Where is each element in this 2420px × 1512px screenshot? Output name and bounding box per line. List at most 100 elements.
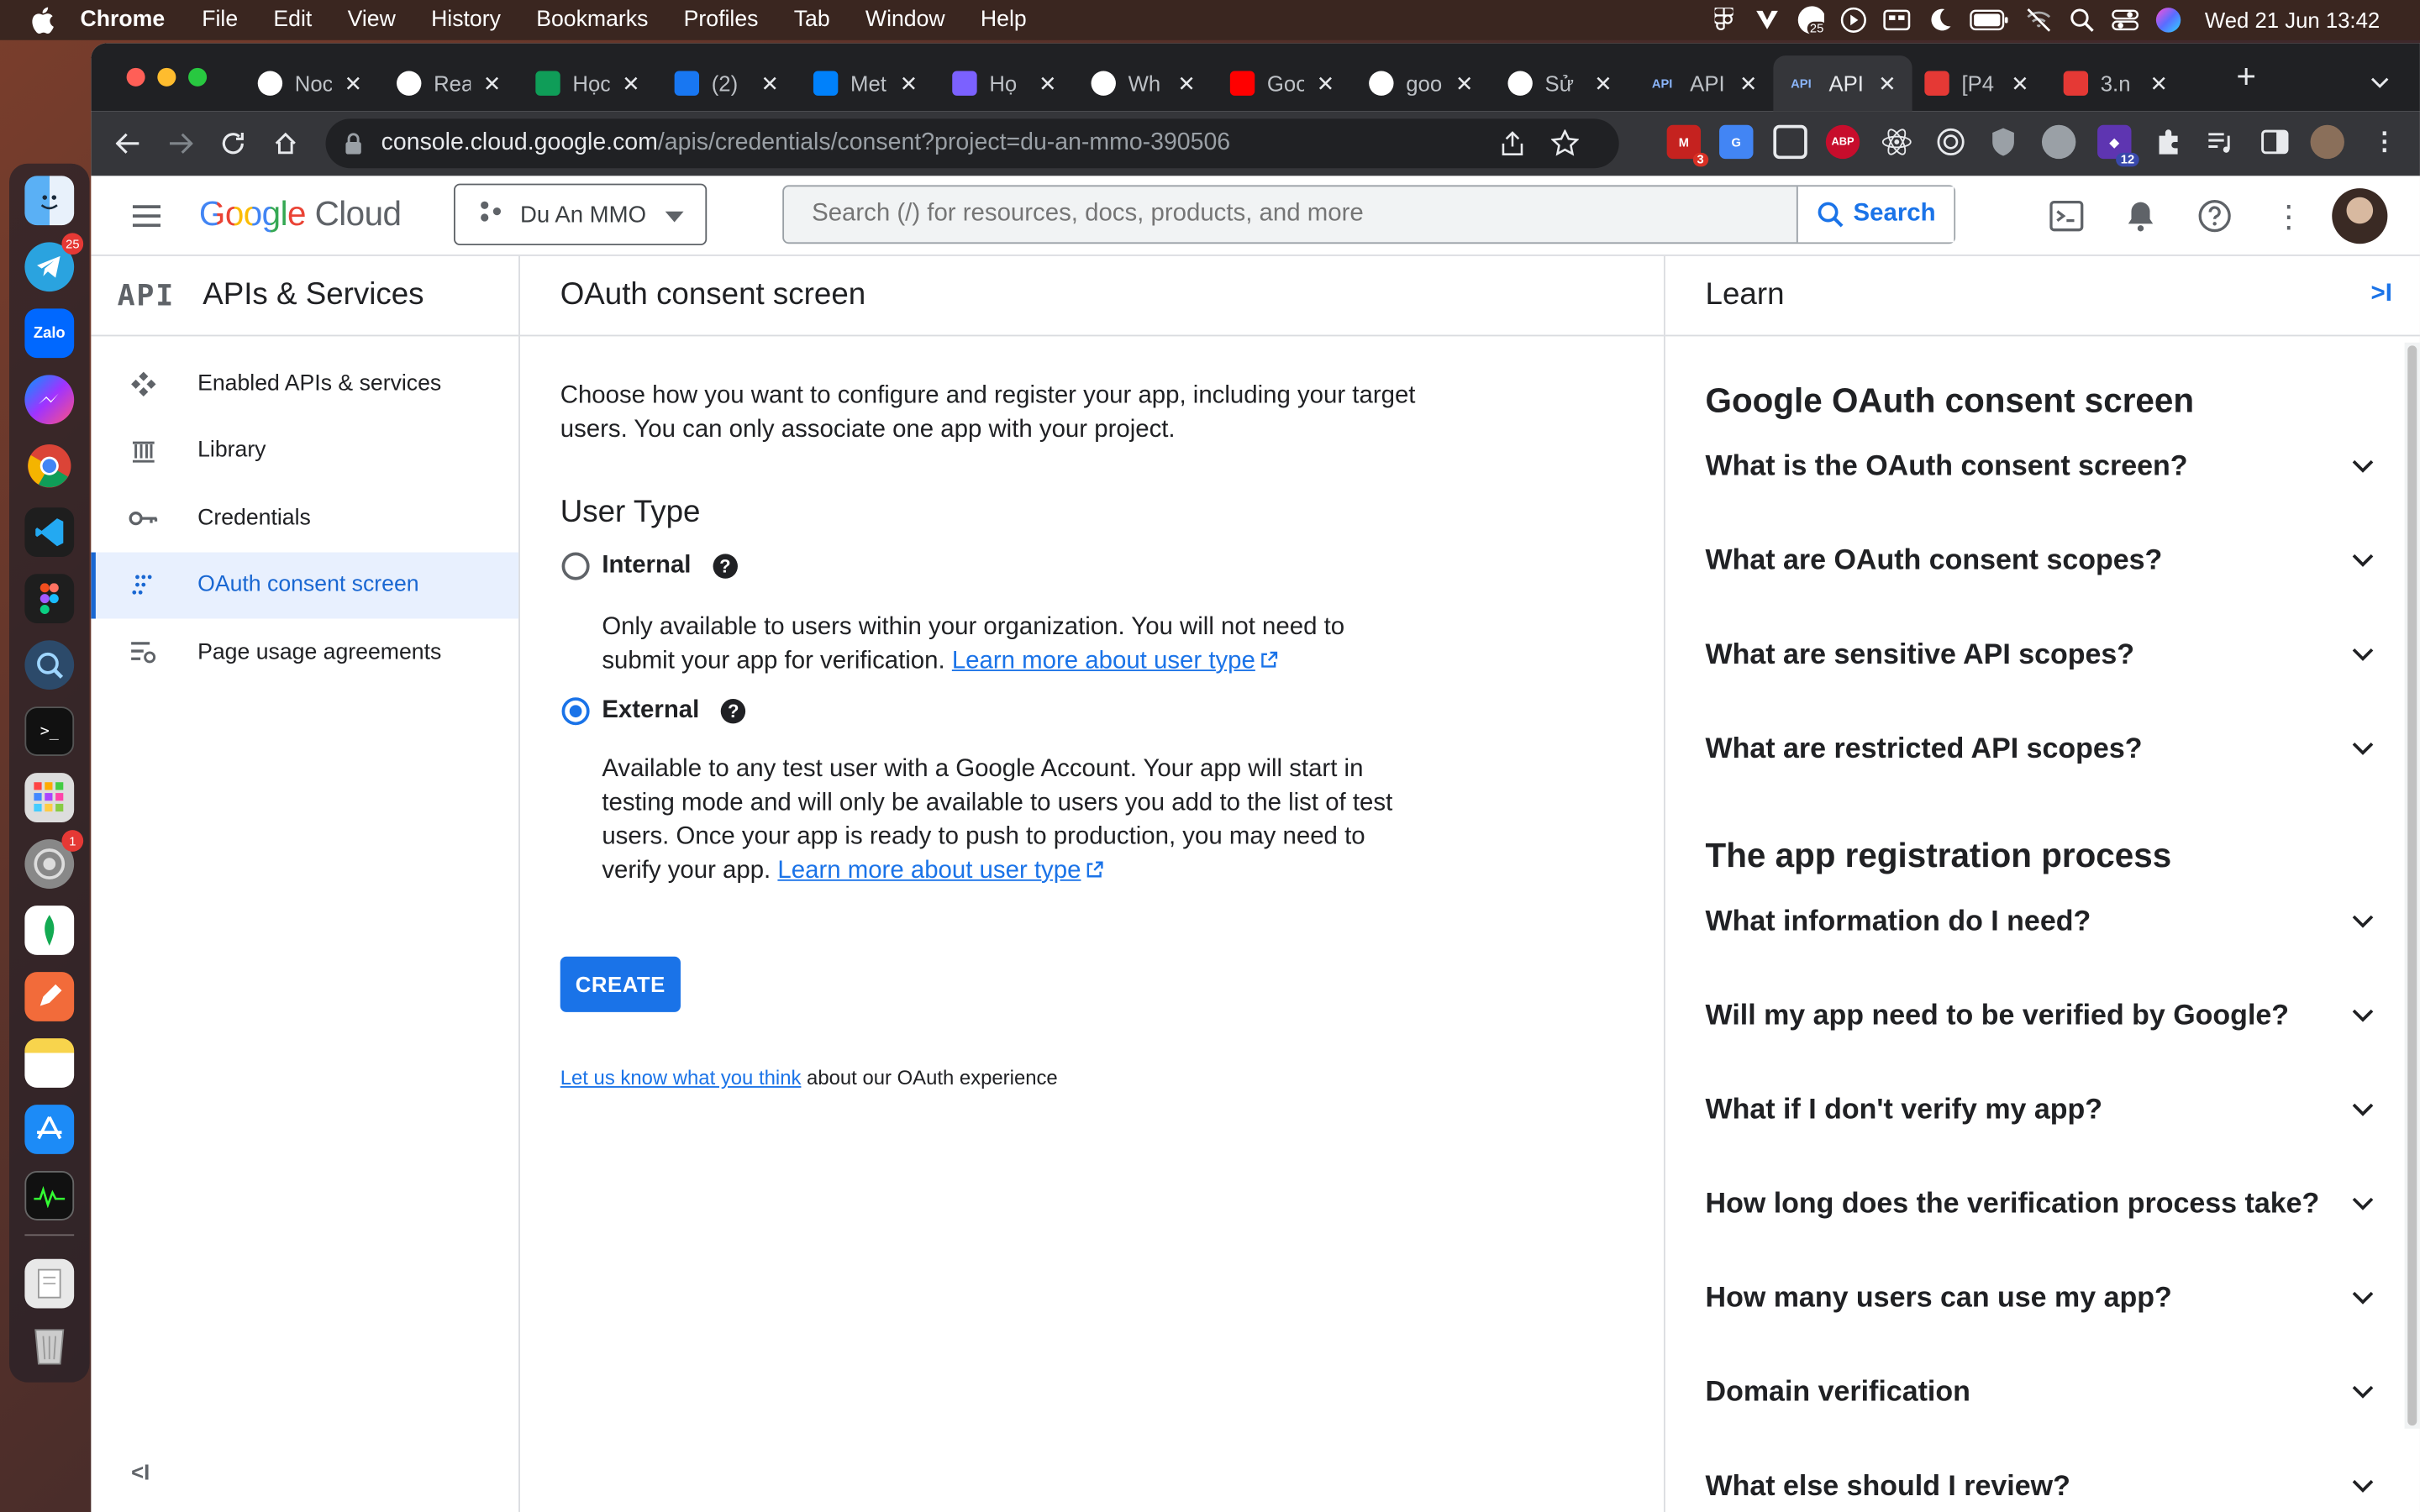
system-settings-icon[interactable]: 1 bbox=[24, 830, 84, 889]
hamburger-menu-icon[interactable] bbox=[128, 197, 165, 234]
lock-icon[interactable] bbox=[345, 133, 363, 155]
learn-question[interactable]: What are OAuth consent scopes? bbox=[1665, 543, 2420, 638]
menu-window[interactable]: Window bbox=[865, 8, 945, 32]
close-tab-icon[interactable]: ✕ bbox=[1177, 71, 1196, 97]
close-tab-icon[interactable]: ✕ bbox=[1039, 71, 1057, 97]
chevron-down-icon[interactable] bbox=[2352, 911, 2374, 932]
feedback-link[interactable]: Let us know what you think bbox=[560, 1066, 802, 1089]
reload-icon[interactable] bbox=[218, 128, 249, 159]
menu-file[interactable]: File bbox=[202, 8, 238, 32]
console-search-input[interactable] bbox=[784, 186, 1797, 243]
app-store-icon[interactable] bbox=[24, 1105, 75, 1154]
learn-question[interactable]: How long does the verification process t… bbox=[1665, 1186, 2420, 1280]
collapse-sidebar-icon[interactable]: <I bbox=[131, 1460, 150, 1484]
learn-question[interactable]: Will my app need to be verified by Googl… bbox=[1665, 998, 2420, 1092]
siri-icon[interactable] bbox=[2154, 6, 2181, 34]
browser-tab[interactable]: Họ ✕ bbox=[940, 55, 1079, 111]
zalo-icon[interactable]: Zalo bbox=[24, 308, 75, 359]
proxyman-icon[interactable] bbox=[24, 640, 75, 690]
chevron-down-icon[interactable] bbox=[2352, 738, 2374, 759]
close-tab-icon[interactable]: ✕ bbox=[483, 71, 502, 97]
close-tab-icon[interactable]: ✕ bbox=[345, 71, 363, 97]
notifications-bell-icon[interactable] bbox=[2122, 197, 2159, 234]
menu-app-name[interactable]: Chrome bbox=[81, 8, 166, 32]
close-tab-icon[interactable]: ✕ bbox=[900, 71, 918, 97]
chevron-down-icon[interactable] bbox=[2352, 549, 2374, 571]
search-icon[interactable] bbox=[2067, 6, 2095, 34]
pencil-app-icon[interactable] bbox=[24, 972, 75, 1021]
moon-extension-icon[interactable] bbox=[2041, 124, 2076, 160]
chevron-down-icon[interactable] bbox=[2352, 1193, 2374, 1215]
launchpad-icon[interactable] bbox=[24, 773, 75, 822]
learn-question[interactable]: What else should I review? bbox=[1665, 1469, 2420, 1512]
browser-tab[interactable]: Noc ✕ bbox=[245, 55, 384, 111]
browser-tab[interactable]: Học ✕ bbox=[523, 55, 662, 111]
gmail-extension-icon[interactable]: M3 bbox=[1666, 124, 1709, 167]
menu-profiles[interactable]: Profiles bbox=[684, 8, 759, 32]
browser-tab[interactable]: Met ✕ bbox=[801, 55, 939, 111]
browser-tab[interactable]: API API ✕ bbox=[1773, 55, 1912, 112]
qr-extension-icon[interactable] bbox=[1773, 124, 1807, 160]
share-icon[interactable] bbox=[1502, 131, 1523, 164]
back-icon[interactable] bbox=[113, 128, 144, 159]
control-center-icon[interactable] bbox=[2111, 6, 2139, 34]
react-devtools-icon[interactable] bbox=[1880, 125, 1913, 159]
close-tab-icon[interactable]: ✕ bbox=[1317, 71, 1335, 97]
help-icon[interactable] bbox=[2196, 197, 2233, 234]
scrollbar-thumb[interactable] bbox=[2407, 345, 2417, 1426]
minimize-window-button[interactable] bbox=[157, 67, 176, 87]
menu-edit[interactable]: Edit bbox=[273, 8, 312, 32]
chevron-down-icon[interactable] bbox=[2352, 1099, 2374, 1121]
menu-history[interactable]: History bbox=[431, 8, 501, 32]
sidebar-item-enabled-apis[interactable]: Enabled APIs & services bbox=[91, 350, 518, 417]
documents-folder-icon[interactable] bbox=[24, 1258, 75, 1309]
learn-question[interactable]: What is the OAuth consent screen? bbox=[1665, 449, 2420, 543]
tab-search-chevron-icon[interactable] bbox=[2370, 70, 2389, 97]
external-option[interactable]: External ? bbox=[560, 697, 1623, 726]
media-controls-icon[interactable] bbox=[2204, 125, 2238, 159]
url-text[interactable]: console.cloud.google.com/apis/credential… bbox=[381, 129, 1231, 157]
terminal-icon[interactable]: >_ bbox=[24, 706, 75, 756]
moon-icon[interactable] bbox=[1925, 6, 1953, 34]
close-tab-icon[interactable]: ✕ bbox=[2150, 71, 2169, 97]
chevron-down-icon[interactable] bbox=[2352, 1005, 2374, 1026]
close-window-button[interactable] bbox=[126, 67, 145, 87]
browser-tab[interactable]: Wh ✕ bbox=[1079, 55, 1218, 111]
chevron-down-icon[interactable] bbox=[2352, 455, 2374, 477]
menu-bookmarks[interactable]: Bookmarks bbox=[536, 8, 648, 32]
play-icon[interactable] bbox=[1839, 6, 1867, 34]
cloud-shell-icon[interactable] bbox=[2048, 197, 2085, 234]
menu-help[interactable]: Help bbox=[981, 8, 1027, 32]
trash-icon[interactable] bbox=[24, 1320, 74, 1370]
figma-icon[interactable] bbox=[1709, 6, 1737, 34]
close-tab-icon[interactable]: ✕ bbox=[1455, 71, 1474, 97]
chevron-down-icon[interactable] bbox=[2352, 1475, 2374, 1497]
v-icon[interactable] bbox=[1753, 6, 1781, 34]
browser-tab[interactable]: API API ✕ bbox=[1634, 55, 1773, 111]
notes-icon[interactable] bbox=[24, 1038, 75, 1088]
sidebar-item-page-usage[interactable]: Page usage agreements bbox=[91, 619, 518, 686]
browser-tab[interactable]: (2) ✕ bbox=[662, 55, 801, 111]
close-tab-icon[interactable]: ✕ bbox=[760, 71, 779, 97]
new-tab-icon[interactable]: + bbox=[2236, 60, 2256, 93]
telegram-icon[interactable]: 25 bbox=[24, 233, 84, 292]
external-help-icon[interactable]: ? bbox=[720, 699, 746, 724]
create-button[interactable]: CREATE bbox=[560, 956, 681, 1012]
browser-tab[interactable]: [P4 ✕ bbox=[1912, 55, 2051, 111]
target-extension-icon[interactable] bbox=[1933, 125, 1967, 159]
mongodb-icon[interactable] bbox=[24, 906, 75, 955]
extensions-puzzle-icon[interactable] bbox=[2151, 125, 2185, 159]
project-picker[interactable]: Du An MMO bbox=[453, 183, 708, 246]
maximize-window-button[interactable] bbox=[188, 67, 208, 87]
learn-question[interactable]: What if I don't verify my app? bbox=[1665, 1092, 2420, 1186]
purple-extension-icon[interactable]: ◆ 12 bbox=[2097, 124, 2139, 167]
account-avatar[interactable] bbox=[2332, 188, 2388, 244]
learn-question[interactable]: How many users can use my app? bbox=[1665, 1280, 2420, 1374]
internal-learn-more-link[interactable]: Learn more about user type bbox=[952, 648, 1279, 675]
wifi-off-icon[interactable] bbox=[2024, 6, 2052, 34]
close-tab-icon[interactable]: ✕ bbox=[1878, 71, 1897, 97]
internal-radio[interactable] bbox=[561, 552, 590, 580]
internal-option[interactable]: Internal ? bbox=[560, 552, 1623, 580]
external-learn-more-link[interactable]: Learn more about user type bbox=[777, 858, 1104, 884]
translate-extension-icon[interactable]: G bbox=[1719, 124, 1754, 160]
